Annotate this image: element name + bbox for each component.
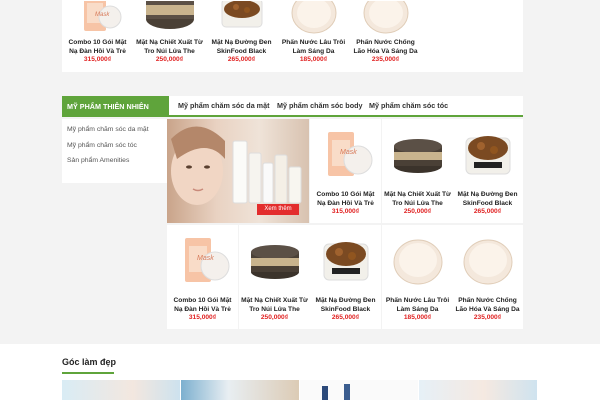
- svg-text:Mask: Mask: [340, 149, 357, 156]
- svg-text:Mask: Mask: [197, 255, 214, 262]
- product-name[interactable]: Phấn Nước Lâu Trôi Làm Sáng Da: [280, 39, 347, 56]
- product-card[interactable]: Mặt Nạ Đường Đen SkinFood Black 265,000₫: [452, 119, 523, 223]
- article-thumbnail[interactable]: [419, 380, 537, 400]
- product-card[interactable]: Phấn Nước Lâu Trôi Làm Sáng Da 185,000₫: [278, 0, 349, 72]
- cushion-icon: [278, 0, 349, 36]
- product-card[interactable]: Phấn Nước Chống Lão Hóa Và Sáng Da 235,0…: [452, 225, 523, 329]
- article-thumbnail[interactable]: [300, 380, 418, 400]
- product-name[interactable]: Mặt Nạ Chiết Xuất Từ Tro Núi Lửa The: [384, 191, 451, 208]
- product-price: 315,000₫: [331, 208, 360, 215]
- tab-face-care[interactable]: Mỹ phẩm chăm sóc da mặt: [178, 96, 269, 116]
- mask-pack-icon: Mask: [310, 119, 381, 189]
- page: Mask Combo 10 Gói Mặt Nạ Đàn Hồi Và Trẻ …: [0, 0, 600, 400]
- cushion-icon: [452, 225, 523, 295]
- product-price: 315,000₫: [188, 314, 217, 321]
- product-name[interactable]: Phấn Nước Chống Lão Hóa Và Sáng Da: [352, 39, 419, 56]
- beauty-corner-underline: [62, 372, 114, 374]
- product-name[interactable]: Mặt Nạ Chiết Xuất Từ Tro Núi Lửa The: [241, 297, 308, 314]
- product-card[interactable]: Mặt Nạ Chiết Xuất Từ Tro Núi Lửa The 250…: [382, 119, 453, 223]
- jar-icon: [310, 225, 381, 295]
- bottle-icon: [322, 384, 350, 400]
- product-card[interactable]: Phấn Nước Lâu Trôi Làm Sáng Da 185,000₫: [382, 225, 453, 329]
- product-price: 250,000₫: [260, 314, 289, 321]
- product-price: 235,000₫: [371, 56, 400, 63]
- jar-icon: [382, 119, 453, 189]
- product-card[interactable]: Mặt Nạ Đường Đen SkinFood Black 265,000₫: [206, 0, 277, 72]
- product-card[interactable]: Mask Combo 10 Gói Mặt Nạ Đàn Hồi Và Trẻ …: [167, 225, 238, 329]
- category-title[interactable]: MỸ PHẨM THIÊN NHIÊN: [62, 96, 169, 117]
- product-card[interactable]: Mask Combo 10 Gói Mặt Nạ Đàn Hồi Và Trẻ …: [62, 0, 133, 72]
- sidebar-item-face-care[interactable]: Mỹ phẩm chăm sóc da mặt: [67, 126, 149, 133]
- cushion-icon: [382, 225, 453, 295]
- view-more-button[interactable]: Xem thêm: [257, 204, 299, 215]
- category-sidebar: Mỹ phẩm chăm sóc da mặt Mỹ phẩm chăm sóc…: [62, 119, 167, 183]
- product-price: 235,000₫: [473, 314, 502, 321]
- cushion-icon: [350, 0, 421, 36]
- article-thumbnail[interactable]: [62, 380, 180, 400]
- product-name[interactable]: Mặt Nạ Chiết Xuất Từ Tro Núi Lửa The: [136, 39, 203, 56]
- product-name[interactable]: Mặt Nạ Đường Đen SkinFood Black: [454, 191, 521, 208]
- jar-icon: [239, 225, 310, 295]
- jar-icon: [452, 119, 523, 189]
- jar-icon: [134, 0, 205, 36]
- product-card[interactable]: Mặt Nạ Chiết Xuất Từ Tro Núi Lửa The 250…: [134, 0, 205, 72]
- sidebar-item-amenities[interactable]: Sản phẩm Amenities: [67, 157, 129, 164]
- product-card[interactable]: Mask Combo 10 Gói Mặt Nạ Đàn Hồi Và Trẻ …: [310, 119, 381, 223]
- product-name[interactable]: Phấn Nước Chống Lão Hóa Và Sáng Da: [454, 297, 521, 314]
- product-price: 315,000₫: [83, 56, 112, 63]
- product-name[interactable]: Combo 10 Gói Mặt Nạ Đàn Hồi Và Trẻ: [312, 191, 379, 208]
- tab-body-care[interactable]: Mỹ phẩm chăm sóc body: [277, 96, 362, 116]
- tab-hair-care[interactable]: Mỹ phẩm chăm sóc tóc: [369, 96, 448, 116]
- product-name[interactable]: Phấn Nước Lâu Trôi Làm Sáng Da: [384, 297, 451, 314]
- product-name[interactable]: Mặt Nạ Đường Đen SkinFood Black: [208, 39, 275, 56]
- product-card[interactable]: Phấn Nước Chống Lão Hóa Và Sáng Da 235,0…: [350, 0, 421, 72]
- article-thumbnail[interactable]: [181, 380, 299, 400]
- jar-icon: [206, 0, 277, 36]
- product-price: 185,000₫: [299, 56, 328, 63]
- product-price: 265,000₫: [227, 56, 256, 63]
- mask-pack-icon: Mask: [167, 225, 238, 295]
- product-name[interactable]: Combo 10 Gói Mặt Nạ Đàn Hồi Và Trẻ: [64, 39, 131, 56]
- product-price: 250,000₫: [403, 208, 432, 215]
- product-name[interactable]: Combo 10 Gói Mặt Nạ Đàn Hồi Và Trẻ: [169, 297, 236, 314]
- product-card[interactable]: Mặt Nạ Chiết Xuất Từ Tro Núi Lửa The 250…: [239, 225, 310, 329]
- sidebar-item-hair-care[interactable]: Mỹ phẩm chăm sóc tóc: [67, 142, 137, 149]
- svg-text:Mask: Mask: [95, 12, 110, 18]
- product-price: 265,000₫: [473, 208, 502, 215]
- product-card[interactable]: Mặt Nạ Đường Đen SkinFood Black 265,000₫: [310, 225, 381, 329]
- product-price: 185,000₫: [403, 314, 432, 321]
- product-name[interactable]: Mặt Nạ Đường Đen SkinFood Black: [312, 297, 379, 314]
- top-product-strip: Mask Combo 10 Gói Mặt Nạ Đàn Hồi Và Trẻ …: [62, 0, 523, 72]
- product-price: 250,000₫: [155, 56, 184, 63]
- beauty-corner-title[interactable]: Góc làm đẹp: [62, 357, 116, 367]
- mask-pack-icon: Mask: [62, 0, 133, 36]
- product-price: 265,000₫: [331, 314, 360, 321]
